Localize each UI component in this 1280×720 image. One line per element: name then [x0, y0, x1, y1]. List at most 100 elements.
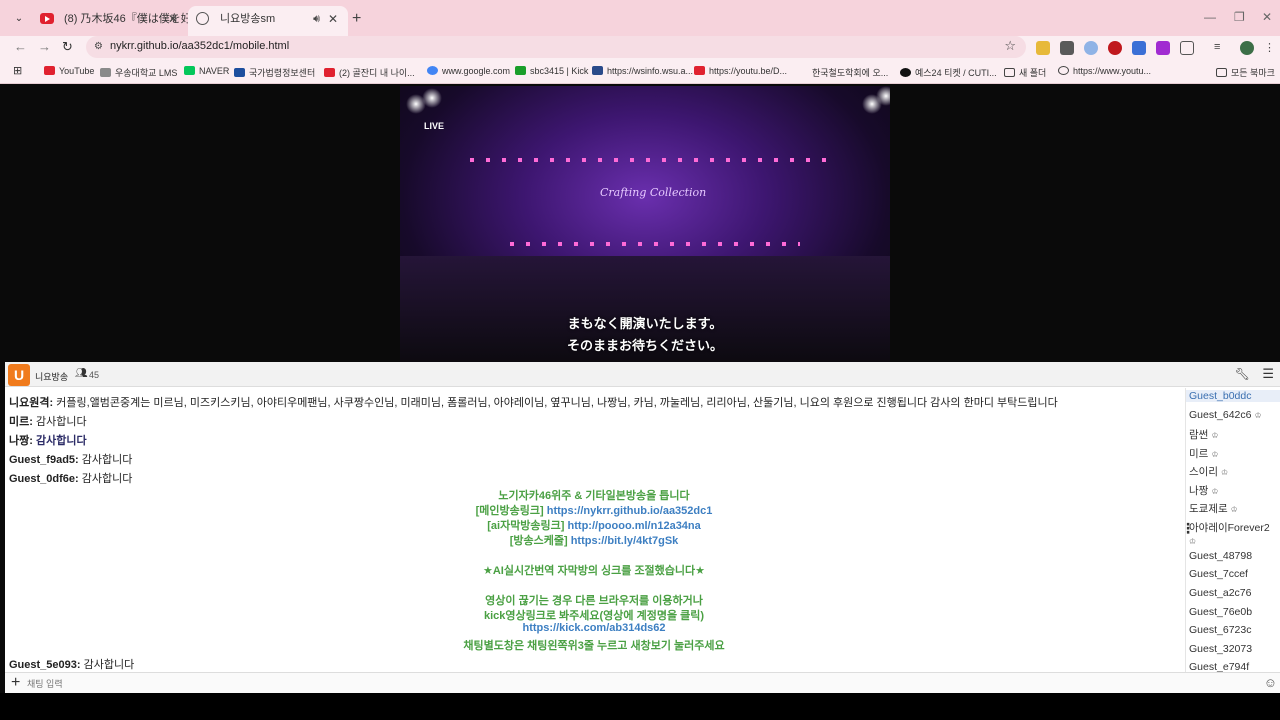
notice-line: 노기자카46위주 & 기타일본방송을 틉니다	[498, 490, 690, 502]
message-text: 감사합니다	[32, 416, 87, 428]
video-player[interactable]: LIVE Crafting Collection まもなく開演いたします。 その…	[400, 86, 890, 362]
tab-niyo-stream[interactable]: 니요방송sm 🔊︎ ✕	[188, 6, 348, 36]
wrench-icon[interactable]: 🔧︎	[1235, 367, 1250, 381]
stage-lights-row	[510, 242, 800, 246]
extension-icon[interactable]	[1036, 41, 1050, 55]
notice-label: [방송스케줄]	[509, 535, 568, 547]
address-bar[interactable]: ⚙ nykrr.github.io/aa352dc1/mobile.html ☆	[86, 36, 1026, 58]
main-stream-link[interactable]: https://nykrr.github.io/aa352dc1	[547, 505, 713, 517]
user-list-item[interactable]: Guest_6723c	[1189, 624, 1251, 636]
notice-line: [메인방송링크] https://nykrr.github.io/aa352dc…	[9, 502, 1179, 518]
message-nick[interactable]: 니요원격:	[9, 397, 53, 409]
user-list-item[interactable]: 스이리 ♔	[1189, 464, 1228, 479]
bookmark-youtu-be[interactable]: https://youtu.be/D...	[694, 66, 787, 76]
user-list-item[interactable]: Guest_a2c76	[1189, 587, 1251, 599]
new-tab-button[interactable]: +	[352, 10, 361, 28]
user-list-item[interactable]: 람썬 ♔	[1189, 427, 1219, 442]
spotlight	[422, 88, 442, 108]
bookmark-railway-society[interactable]: 한국철도학회에 오...	[812, 66, 888, 79]
kick-link[interactable]: https://kick.com/ab314ds62	[522, 622, 665, 634]
folder-icon	[1004, 68, 1015, 77]
chat-input[interactable]	[27, 675, 1247, 692]
message-nick[interactable]: 나짱:	[9, 435, 33, 447]
search-extension-icon[interactable]	[1084, 41, 1098, 55]
bookmark-woosong-lms[interactable]: 우송대학교 LMS	[100, 66, 177, 79]
apps-grid-icon[interactable]: ⊞	[13, 64, 22, 77]
chat-message: 나짱: 감사합니다	[9, 432, 87, 448]
plus-icon[interactable]: +	[11, 674, 20, 692]
translate-extension-icon[interactable]	[1132, 41, 1146, 55]
user-list-item[interactable]: Guest_642c6 ♔	[1189, 409, 1262, 421]
bookmark-wsinfo[interactable]: https://wsinfo.wsu.a...	[592, 66, 693, 76]
close-icon[interactable]: ✕	[328, 6, 338, 32]
reload-icon[interactable]: ↻	[62, 39, 73, 55]
bookmark-kick[interactable]: sbc3415 | Kick	[515, 66, 588, 76]
user-list-item[interactable]: 나짱 ♔	[1189, 483, 1219, 498]
user-list-item[interactable]: 도쿄제로 ♔	[1189, 501, 1238, 516]
minimize-icon[interactable]: —	[1204, 10, 1216, 24]
site-info-icon[interactable]: ⚙	[94, 41, 103, 52]
back-icon[interactable]: ←	[14, 39, 27, 54]
chat-message: Guest_0df6e: 감사합니다	[9, 470, 132, 486]
emoji-icon[interactable]: ☺	[1264, 675, 1277, 690]
user-list: Guest_b0ddc Guest_642c6 ♔ 람썬 ♔ 미르 ♔ 스이리 ♔ 나짱…	[1185, 388, 1280, 672]
tab-youtube[interactable]: (8) 乃木坂46『僕は僕を好きに ✕	[32, 6, 188, 36]
image-extension-icon[interactable]	[1060, 41, 1074, 55]
window-close-icon[interactable]: ✕	[1262, 10, 1272, 24]
speaker-icon[interactable]: 🔊︎	[313, 6, 320, 32]
bookmark-youtube[interactable]: YouTube	[44, 66, 94, 76]
subtitle-line-1: まもなく開演いたします。	[567, 316, 723, 331]
restore-icon[interactable]: ❐	[1234, 10, 1245, 24]
hamburger-menu-icon[interactable]: ☰	[1262, 366, 1274, 382]
user-list-item[interactable]: 아야레이Forever2 ♔	[1189, 520, 1270, 547]
user-list-item[interactable]: Guest_76e0b	[1189, 606, 1252, 618]
notice-line: [ai자막방송링크] http://poooo.ml/n12a34na	[9, 517, 1179, 533]
message-nick[interactable]: Guest_5e093:	[9, 659, 81, 671]
user-list-item[interactable]: Guest_32073	[1189, 643, 1252, 655]
message-nick[interactable]: Guest_f9ad5:	[9, 454, 79, 466]
bookmark-naver[interactable]: NAVER	[184, 66, 229, 76]
chat-message: 니요원격: 커플링,앨범콘중계는 미르님, 미즈키스키님, 아야티우메팬님, 사…	[9, 394, 1058, 410]
globe-icon	[1058, 66, 1069, 75]
download-extension-icon[interactable]	[1156, 41, 1170, 55]
crown-icon: ♔	[1220, 468, 1229, 477]
stage-lights-row	[470, 158, 830, 162]
bookmark-youtube-3[interactable]: https://www.youtu...	[1058, 66, 1151, 76]
user-list-item[interactable]: 미르 ♔	[1189, 446, 1219, 461]
message-nick[interactable]: Guest_0df6e:	[9, 473, 79, 485]
subtitle-line-2: そのままお待ちください。	[566, 338, 723, 353]
notice-label: [ai자막방송링크]	[487, 520, 565, 532]
chat-message: 미르: 감사합니다	[9, 413, 87, 429]
crown-icon: ♔	[1211, 450, 1219, 459]
url-text[interactable]: nykrr.github.io/aa352dc1/mobile.html	[110, 40, 289, 52]
bookmark-yes24[interactable]: 예스24 티켓 / CUTI...	[900, 66, 997, 79]
bookmark-new-folder[interactable]: 새 폴더	[1004, 66, 1046, 79]
schedule-link[interactable]: https://bit.ly/4kt7gSk	[571, 535, 679, 547]
bookmark-star-icon[interactable]: ☆	[1004, 38, 1016, 54]
concert-logo: Crafting Collection	[600, 186, 707, 199]
user-list-item[interactable]: Guest_e794f	[1189, 661, 1249, 672]
tab-search-chevron-icon[interactable]: ⌄	[10, 10, 28, 28]
all-bookmarks-folder[interactable]: 모든 북마크	[1216, 66, 1275, 79]
chat-message: Guest_5e093: 감사합니다	[9, 656, 134, 672]
users-icon: 👥︎	[75, 368, 88, 379]
adblock-icon[interactable]	[1108, 41, 1122, 55]
puzzle-icon[interactable]	[1180, 41, 1194, 55]
youtube-icon	[324, 68, 335, 77]
avatar[interactable]	[1240, 41, 1254, 55]
live-badge: LIVE	[424, 121, 445, 131]
user-list-item[interactable]: Guest_48798	[1189, 550, 1252, 562]
bookmark-law-center[interactable]: 국가법령정보센터	[234, 66, 315, 79]
kebab-menu-icon[interactable]: ⋮	[1264, 41, 1278, 55]
yes24-icon	[900, 68, 911, 77]
media-queue-icon[interactable]: ≡	[1214, 41, 1228, 55]
message-nick[interactable]: 미르:	[9, 416, 33, 428]
crown-icon: ♔	[1211, 431, 1219, 440]
user-list-item[interactable]: Guest_b0ddc	[1186, 390, 1280, 402]
bookmark-google[interactable]: www.google.com	[427, 66, 510, 76]
close-icon[interactable]: ✕	[168, 6, 178, 32]
forward-icon[interactable]: →	[38, 39, 51, 54]
ai-subtitle-link[interactable]: http://poooo.ml/n12a34na	[568, 520, 701, 532]
bookmark-youtube-2[interactable]: (2) 골잔디 내 나이...	[324, 66, 415, 79]
user-list-item[interactable]: Guest_7ccef	[1189, 568, 1248, 580]
